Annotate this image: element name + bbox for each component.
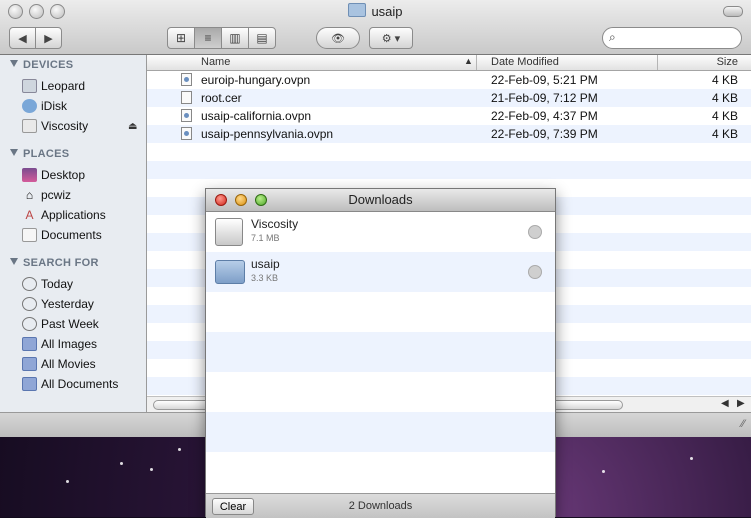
column-date-modified[interactable]: Date Modified — [491, 56, 559, 68]
sidebar-item-past-week[interactable]: Past Week — [22, 315, 99, 333]
sidebar-item-idisk[interactable]: iDisk — [22, 97, 67, 115]
sidebar-item-leopard[interactable]: Leopard — [22, 77, 85, 95]
sidebar-item-viscosity[interactable]: Viscosity — [22, 117, 88, 135]
home-icon: ⌂ — [25, 188, 34, 202]
clock-icon — [22, 277, 37, 291]
downloads-footer: Clear 2 Downloads — [206, 493, 555, 518]
eject-icon[interactable]: ⏏ — [128, 121, 137, 132]
smart-folder-icon — [22, 377, 37, 391]
back-button[interactable]: ◀ — [9, 27, 36, 49]
column-header: Name ▲ Date Modified Size — [147, 55, 751, 71]
download-item[interactable]: usaip 3.3 KB — [206, 252, 555, 292]
sidebar-item-yesterday[interactable]: Yesterday — [22, 295, 94, 313]
sidebar-item-all-images[interactable]: All Images — [22, 335, 97, 353]
idisk-icon — [22, 99, 37, 113]
download-item[interactable]: Viscosity 7.1 MB — [206, 212, 555, 252]
sidebar-item-applications[interactable]: A Applications — [22, 206, 105, 224]
disk-image-icon — [215, 218, 243, 246]
search-field[interactable]: ⌕ — [602, 27, 742, 49]
table-row[interactable]: usaip-pennsylvania.ovpn 22-Feb-09, 7:39 … — [147, 125, 751, 143]
star — [66, 480, 69, 483]
star — [150, 468, 153, 471]
titlebar: usaip ◀ ▶ ⊞ ≡ ▥ ▤ 👁 ⚙ ▾ ⌕ — [0, 0, 751, 55]
window-title: usaip — [0, 3, 751, 19]
minimize-button[interactable] — [235, 194, 247, 206]
sidebar: DEVICES Leopard iDisk Viscosity ⏏ PLACES… — [0, 55, 147, 412]
resize-grip-icon[interactable]: ⁄⁄ — [741, 418, 745, 430]
hard-drive-icon — [22, 79, 37, 93]
ovpn-doc-icon — [181, 73, 192, 86]
sidebar-item-documents[interactable]: Documents — [22, 226, 102, 244]
quicklook-button[interactable]: 👁 — [316, 27, 360, 49]
sidebar-item-all-documents[interactable]: All Documents — [22, 375, 118, 393]
toolbar-toggle-button[interactable] — [723, 6, 743, 17]
sidebar-item-pcwiz[interactable]: ⌂ pcwiz — [22, 186, 71, 204]
documents-icon — [22, 228, 37, 242]
close-button[interactable] — [215, 194, 227, 206]
view-coverflow-button[interactable]: ▤ — [248, 27, 276, 49]
downloads-window: Downloads Viscosity 7.1 MB usaip 3.3 KB … — [205, 188, 556, 518]
star — [602, 470, 605, 473]
places-header[interactable]: PLACES — [10, 148, 69, 160]
reveal-in-finder-icon[interactable] — [528, 265, 542, 279]
column-name[interactable]: Name — [201, 56, 230, 68]
forward-button[interactable]: ▶ — [35, 27, 62, 49]
star — [690, 457, 693, 460]
blank-doc-icon — [181, 91, 192, 104]
devices-header[interactable]: DEVICES — [10, 59, 73, 71]
ovpn-doc-icon — [181, 109, 192, 122]
table-row[interactable]: root.cer 21-Feb-09, 7:12 PM 4 KB — [147, 89, 751, 107]
view-list-button[interactable]: ≡ — [194, 27, 222, 49]
smart-folder-icon — [22, 357, 37, 371]
search-for-header[interactable]: SEARCH FOR — [10, 257, 99, 269]
sort-ascending-icon: ▲ — [464, 56, 473, 66]
ovpn-doc-icon — [181, 127, 192, 140]
star — [178, 448, 181, 451]
search-input[interactable] — [623, 30, 739, 48]
star — [120, 462, 123, 465]
scroll-right-icon[interactable]: ▶ — [737, 398, 745, 409]
action-menu-button[interactable]: ⚙ ▾ — [369, 27, 413, 49]
view-columns-button[interactable]: ▥ — [221, 27, 249, 49]
sidebar-item-all-movies[interactable]: All Movies — [22, 355, 96, 373]
disk-image-icon — [22, 119, 37, 133]
folder-icon — [215, 260, 245, 284]
table-row[interactable]: euroip-hungary.ovpn 22-Feb-09, 5:21 PM 4… — [147, 71, 751, 89]
column-size[interactable]: Size — [717, 56, 738, 68]
scroll-left-icon[interactable]: ◀ — [721, 398, 729, 409]
reveal-in-finder-icon[interactable] — [528, 225, 542, 239]
downloads-titlebar: Downloads — [206, 189, 555, 212]
sidebar-item-today[interactable]: Today — [22, 275, 73, 293]
clock-icon — [22, 317, 37, 331]
zoom-button[interactable] — [255, 194, 267, 206]
search-icon: ⌕ — [609, 30, 616, 44]
sidebar-item-desktop[interactable]: Desktop — [22, 166, 85, 184]
downloads-title: Downloads — [348, 192, 413, 207]
table-row[interactable]: usaip-california.ovpn 22-Feb-09, 4:37 PM… — [147, 107, 751, 125]
clock-icon — [22, 297, 37, 311]
desktop-icon — [22, 168, 37, 182]
applications-icon: A — [25, 208, 34, 222]
downloads-count: 2 Downloads — [348, 500, 413, 512]
view-icons-button[interactable]: ⊞ — [167, 27, 195, 49]
smart-folder-icon — [22, 337, 37, 351]
folder-icon — [348, 3, 367, 17]
